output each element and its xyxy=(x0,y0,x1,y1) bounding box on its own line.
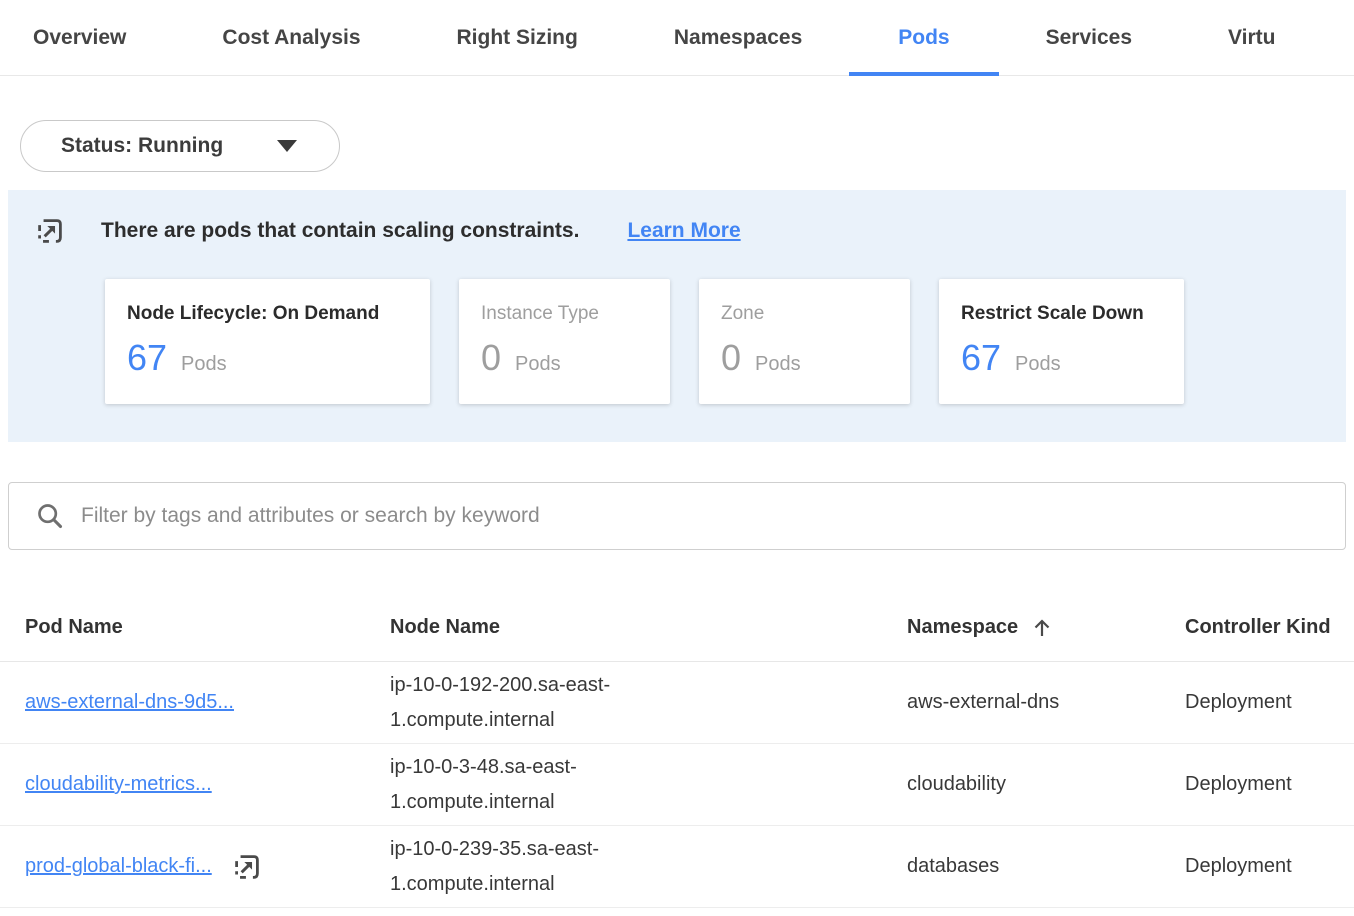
search-input[interactable] xyxy=(81,504,1325,528)
pod-name-link[interactable]: prod-global-black-fi... xyxy=(25,855,212,878)
pod-name-link[interactable]: cloudability-metrics... xyxy=(25,773,212,796)
card-title: Node Lifecycle: On Demand xyxy=(127,303,408,325)
card-value: 0 xyxy=(721,337,741,379)
card-unit: Pods xyxy=(755,353,801,376)
scaling-constraints-banner: There are pods that contain scaling cons… xyxy=(8,190,1346,442)
column-header-pod-name[interactable]: Pod Name xyxy=(25,616,390,639)
column-header-namespace[interactable]: Namespace xyxy=(907,616,1185,639)
filter-search-bar xyxy=(8,482,1346,550)
namespace-cell: aws-external-dns xyxy=(907,685,1069,720)
node-name-cell: ip-10-0-192-200.sa-east-1.compute.intern… xyxy=(390,668,662,738)
card-value: 0 xyxy=(481,337,501,379)
card-title: Zone xyxy=(721,303,888,325)
column-header-node-name[interactable]: Node Name xyxy=(390,616,907,639)
card-unit: Pods xyxy=(1015,353,1061,376)
tab-cost-analysis[interactable]: Cost Analysis xyxy=(222,0,360,75)
card-value: 67 xyxy=(127,337,167,379)
banner-message: There are pods that contain scaling cons… xyxy=(101,219,579,243)
card-title: Instance Type xyxy=(481,303,648,325)
controller-kind-cell: Deployment xyxy=(1185,773,1342,796)
status-filter-label: Status: Running xyxy=(61,134,223,158)
tab-services[interactable]: Services xyxy=(1046,0,1132,75)
caret-down-icon xyxy=(277,140,297,152)
constraint-summary-cards: Node Lifecycle: On Demand 67 Pods Instan… xyxy=(105,279,1346,404)
tab-namespaces[interactable]: Namespaces xyxy=(674,0,802,75)
card-title: Restrict Scale Down xyxy=(961,303,1162,325)
tab-right-sizing[interactable]: Right Sizing xyxy=(457,0,578,75)
table-row: aws-external-dns-9d5... ip-10-0-192-200.… xyxy=(0,662,1354,744)
card-unit: Pods xyxy=(181,353,227,376)
controller-kind-cell: Deployment xyxy=(1185,855,1342,878)
namespace-cell: databases xyxy=(907,849,1069,884)
table-row: cloudability-metrics... ip-10-0-3-48.sa-… xyxy=(0,744,1354,826)
tab-pods[interactable]: Pods xyxy=(898,0,949,75)
controller-kind-cell: Deployment xyxy=(1185,691,1342,714)
tab-virtual[interactable]: Virtu xyxy=(1228,0,1275,75)
learn-more-link[interactable]: Learn More xyxy=(627,219,740,243)
card-unit: Pods xyxy=(515,353,561,376)
status-filter-dropdown[interactable]: Status: Running xyxy=(20,120,340,172)
arrow-up-icon xyxy=(1031,617,1053,639)
card-instance-type[interactable]: Instance Type 0 Pods xyxy=(459,279,670,404)
tab-overview[interactable]: Overview xyxy=(33,0,126,75)
table-header-row: Pod Name Node Name Namespace Controller … xyxy=(0,594,1354,662)
card-node-lifecycle[interactable]: Node Lifecycle: On Demand 67 Pods xyxy=(105,279,430,404)
node-name-cell: ip-10-0-239-35.sa-east-1.compute.interna… xyxy=(390,832,662,902)
top-tab-bar: Overview Cost Analysis Right Sizing Name… xyxy=(0,0,1354,76)
table-row: prod-global-black-fi... ip-10-0-239-35.s… xyxy=(0,826,1354,908)
card-value: 67 xyxy=(961,337,1001,379)
card-restrict-scale-down[interactable]: Restrict Scale Down 67 Pods xyxy=(939,279,1184,404)
scaling-constraint-icon xyxy=(35,216,65,246)
search-icon xyxy=(36,502,64,530)
scaling-constraint-icon xyxy=(232,852,262,882)
column-header-controller-kind[interactable]: Controller Kind xyxy=(1185,616,1342,639)
namespace-cell: cloudability xyxy=(907,767,1069,802)
card-zone[interactable]: Zone 0 Pods xyxy=(699,279,910,404)
pod-name-link[interactable]: aws-external-dns-9d5... xyxy=(25,691,234,714)
pods-table: Pod Name Node Name Namespace Controller … xyxy=(0,594,1354,908)
node-name-cell: ip-10-0-3-48.sa-east-1.compute.internal xyxy=(390,750,662,820)
